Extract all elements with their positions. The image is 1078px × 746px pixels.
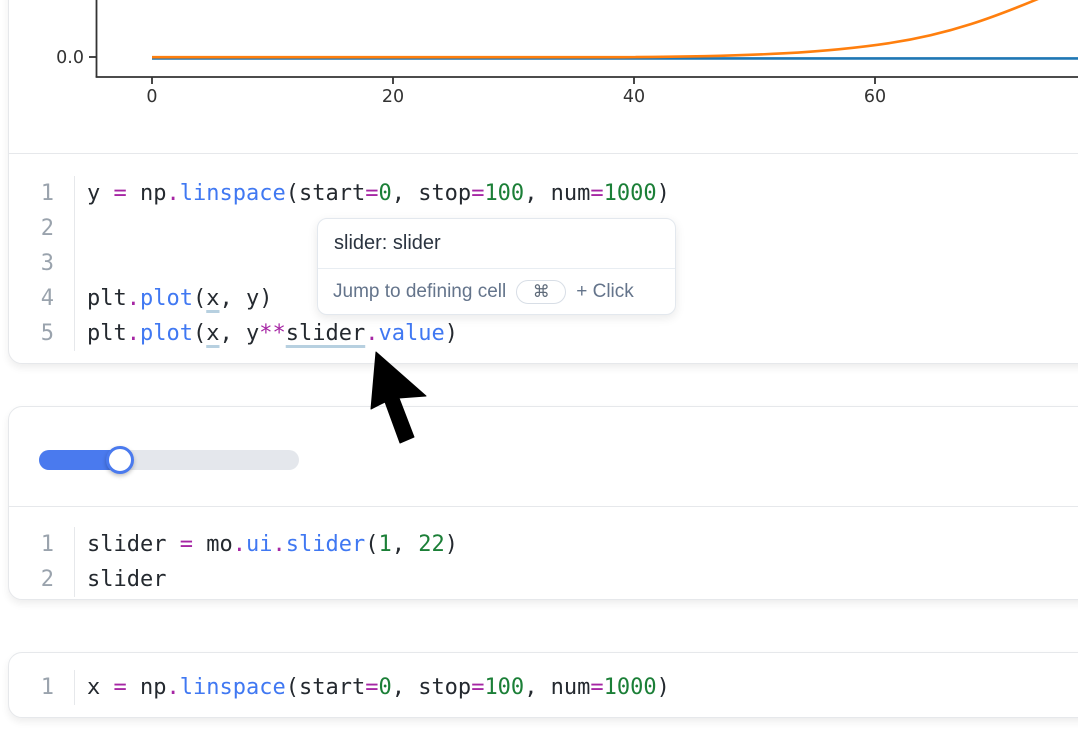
code-line[interactable]: 2slider <box>9 562 1078 597</box>
tooltip-title: slider: slider <box>318 219 675 269</box>
code-line[interactable]: 5plt.plot(x, y**slider.value) <box>9 316 1078 351</box>
code-text: y = np.linspace(start=0, stop=100, num=1… <box>75 181 670 206</box>
code-line[interactable]: 1x = np.linspace(start=0, stop=100, num=… <box>9 670 1078 705</box>
notebook-cell-slider: 1slider = mo.ui.slider(1, 22)2slider <box>8 406 1078 600</box>
code-text: plt.plot(x, y) <box>75 286 272 311</box>
line-number: 3 <box>9 246 75 281</box>
line-number: 4 <box>9 281 75 316</box>
code-text: slider <box>75 567 166 592</box>
line-number: 1 <box>9 527 75 562</box>
code-text: slider = mo.ui.slider(1, 22) <box>75 532 458 557</box>
code-line[interactable]: 1slider = mo.ui.slider(1, 22) <box>9 527 1078 562</box>
tooltip-footer: Jump to defining cell ⌘ + Click <box>318 269 675 315</box>
plot-output-area <box>9 0 1078 154</box>
line-number: 2 <box>9 562 75 597</box>
line-number: 5 <box>9 316 75 351</box>
code-editor[interactable]: 1x = np.linspace(start=0, stop=100, num=… <box>9 653 1078 718</box>
code-text: plt.plot(x, y**slider.value) <box>75 321 458 346</box>
code-editor[interactable]: 1slider = mo.ui.slider(1, 22)2slider <box>9 507 1078 601</box>
variable-tooltip: slider: slider Jump to defining cell ⌘ +… <box>317 218 676 315</box>
tooltip-action-label: Jump to defining cell <box>333 281 506 303</box>
slider-track[interactable] <box>39 450 299 470</box>
line-number: 1 <box>9 176 75 211</box>
line-number: 2 <box>9 211 75 246</box>
code-text: x = np.linspace(start=0, stop=100, num=1… <box>75 675 670 700</box>
tooltip-click-hint: + Click <box>576 281 634 303</box>
line-number: 1 <box>9 670 75 705</box>
slider-output-area <box>9 407 1078 507</box>
command-key-icon: ⌘ <box>516 280 566 304</box>
slider-thumb[interactable] <box>106 446 134 474</box>
code-line[interactable]: 1y = np.linspace(start=0, stop=100, num=… <box>9 176 1078 211</box>
notebook-cell-x: 1x = np.linspace(start=0, stop=100, num=… <box>8 652 1078 718</box>
notebook-page: 1y = np.linspace(start=0, stop=100, num=… <box>0 0 1078 746</box>
